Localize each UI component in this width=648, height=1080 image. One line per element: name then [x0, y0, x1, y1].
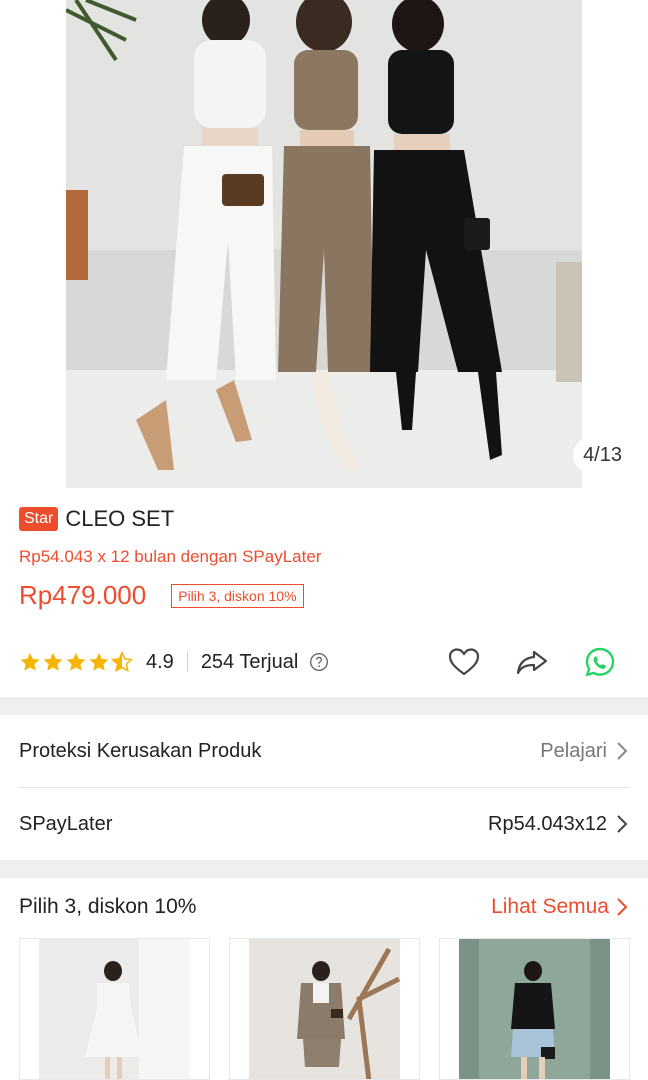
- star-icon: [43, 652, 63, 671]
- image-counter: 4/13: [573, 437, 632, 473]
- product-price: Rp479.000: [19, 580, 147, 610]
- star-icon: [89, 652, 109, 671]
- spaylater-label: SPayLater: [19, 812, 113, 835]
- bundle-product-image: [459, 939, 610, 1079]
- section-divider: [0, 860, 648, 878]
- chevron-right-icon: [617, 815, 628, 833]
- protection-row[interactable]: Proteksi Kerusakan Produk Pelajari: [0, 715, 648, 787]
- bundle-product-card[interactable]: [229, 938, 420, 1080]
- chevron-right-icon: [617, 898, 628, 916]
- product-actions: [447, 646, 617, 678]
- bundle-product-card[interactable]: [439, 938, 630, 1080]
- product-title: CLEO SET: [65, 506, 175, 531]
- heart-icon[interactable]: [447, 646, 481, 678]
- star-icon: [66, 652, 86, 671]
- rating-row: 4.9 254 Terjual: [19, 646, 629, 678]
- bundle-product-card[interactable]: [19, 938, 210, 1080]
- spaylater-row[interactable]: SPayLater Rp54.043x12: [0, 788, 648, 860]
- bundle-product-list: [19, 938, 630, 1080]
- product-image-gallery[interactable]: 4/13: [0, 0, 648, 488]
- learn-link[interactable]: Pelajari: [540, 740, 607, 763]
- product-title-row: Star CLEO SET: [19, 506, 174, 532]
- spaylater-value: Rp54.043x12: [488, 812, 607, 835]
- protection-action[interactable]: Pelajari: [540, 740, 629, 763]
- whatsapp-icon[interactable]: [583, 646, 617, 678]
- share-icon[interactable]: [515, 646, 549, 678]
- see-all-link[interactable]: Lihat Semua: [491, 895, 629, 919]
- chevron-right-icon: [617, 742, 628, 760]
- price-row: Rp479.000 Pilih 3, diskon 10%: [19, 580, 304, 611]
- star-seller-badge: Star: [19, 507, 59, 531]
- spaylater-value-group[interactable]: Rp54.043x12: [488, 813, 629, 836]
- star-half-icon: [111, 651, 133, 673]
- protection-label: Proteksi Kerusakan Produk: [19, 739, 262, 762]
- rating-value: 4.9: [146, 650, 174, 673]
- rating-separator: [186, 652, 188, 672]
- product-photo[interactable]: [66, 0, 582, 488]
- rating-stars: [19, 651, 133, 673]
- star-icon: [20, 652, 40, 671]
- bundle-product-image: [39, 939, 190, 1079]
- help-icon[interactable]: [309, 652, 329, 672]
- bundle-product-image: [249, 939, 400, 1079]
- see-all-label[interactable]: Lihat Semua: [491, 895, 609, 919]
- section-divider: [0, 697, 648, 715]
- sold-count: 254 Terjual: [200, 650, 299, 673]
- promo-tag[interactable]: Pilih 3, diskon 10%: [171, 583, 304, 608]
- paylater-installment-text[interactable]: Rp54.043 x 12 bulan dengan SPayLater: [19, 547, 321, 567]
- bundle-section-title: Pilih 3, diskon 10%: [19, 895, 197, 918]
